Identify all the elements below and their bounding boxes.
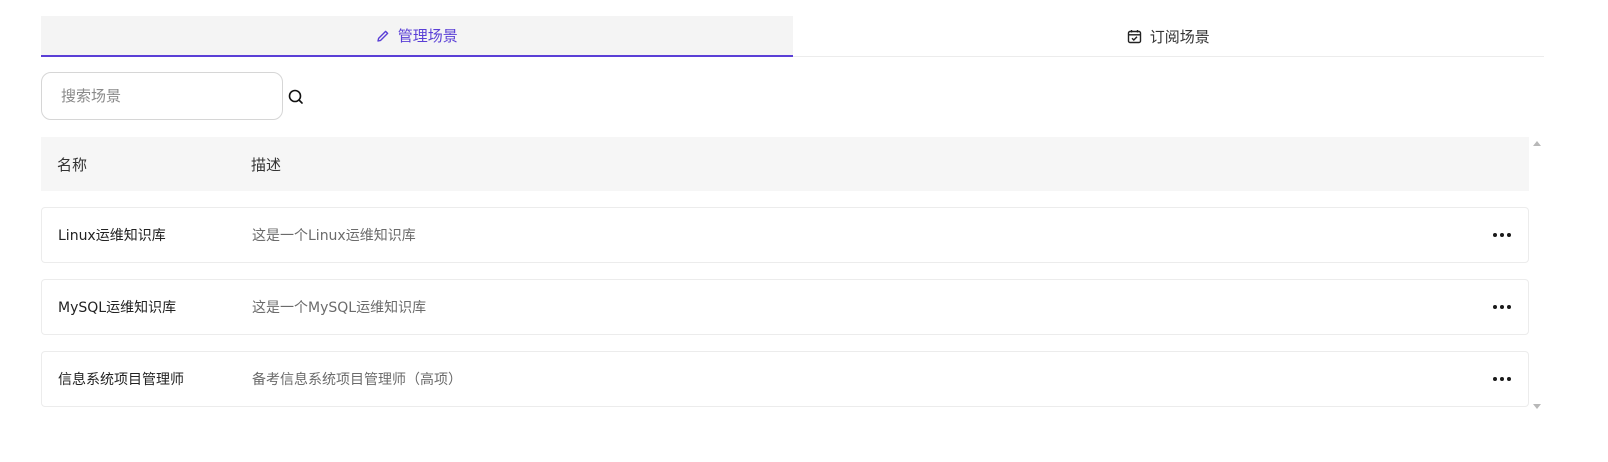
column-header-name: 名称	[57, 155, 88, 174]
tab-manage-scenes-label: 管理场景	[397, 27, 458, 45]
scene-name: MySQL运维知识库	[58, 300, 177, 316]
calendar-check-icon	[1127, 29, 1142, 44]
tab-manage-scenes[interactable]: 管理场景	[41, 16, 793, 57]
scene-description: 这是一个MySQL运维知识库	[252, 300, 427, 316]
scene-table: 名称 描述 Linux运维知识库 这是一个Linux运维知识库 MySQL运维知…	[41, 137, 1529, 407]
scene-tabs: 管理场景 订阅场景	[41, 16, 1544, 57]
scene-description: 备考信息系统项目管理师（高项）	[252, 372, 462, 388]
more-horizontal-icon	[1493, 377, 1511, 381]
pencil-icon	[376, 29, 390, 43]
scroll-down-arrow-icon[interactable]	[1533, 404, 1541, 409]
table-row[interactable]: 信息系统项目管理师 备考信息系统项目管理师（高项）	[41, 351, 1529, 407]
more-actions-button[interactable]	[1482, 377, 1528, 381]
more-actions-button[interactable]	[1482, 305, 1528, 309]
table-header: 名称 描述	[41, 137, 1529, 191]
more-horizontal-icon	[1493, 305, 1511, 309]
scene-name: Linux运维知识库	[58, 228, 166, 244]
table-row[interactable]: Linux运维知识库 这是一个Linux运维知识库	[41, 207, 1529, 263]
table-scrollbar[interactable]	[1531, 137, 1543, 413]
more-horizontal-icon	[1493, 233, 1511, 237]
scene-name: 信息系统项目管理师	[58, 372, 184, 388]
search-icon[interactable]	[286, 87, 306, 107]
scene-description: 这是一个Linux运维知识库	[252, 228, 416, 244]
more-actions-button[interactable]	[1482, 233, 1528, 237]
column-header-description: 描述	[251, 155, 282, 174]
table-row[interactable]: MySQL运维知识库 这是一个MySQL运维知识库	[41, 279, 1529, 335]
scroll-up-arrow-icon[interactable]	[1533, 141, 1541, 146]
scene-manager: 管理场景 订阅场景 名称 描述 L	[0, 0, 1608, 462]
search-input[interactable]	[41, 72, 283, 120]
tab-subscribe-scenes-label: 订阅场景	[1149, 27, 1210, 46]
tab-subscribe-scenes[interactable]: 订阅场景	[793, 16, 1545, 56]
